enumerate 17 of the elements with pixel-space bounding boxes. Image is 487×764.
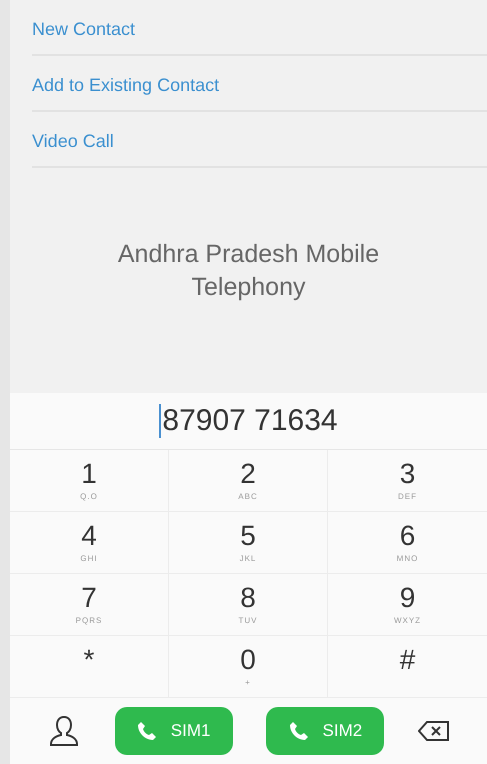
dial-key[interactable]: # bbox=[328, 636, 487, 698]
dial-key[interactable]: 9 WXYZ bbox=[328, 574, 487, 636]
dial-key[interactable]: 8 TUV bbox=[169, 574, 328, 636]
dial-key[interactable]: 0 + bbox=[169, 636, 328, 698]
phone-icon bbox=[136, 721, 157, 741]
backspace-icon[interactable] bbox=[418, 720, 450, 742]
dial-key[interactable]: 1 Q.O bbox=[10, 450, 169, 512]
dial-key[interactable]: 2 ABC bbox=[169, 450, 328, 512]
phone-number-field[interactable]: 87907 71634 bbox=[159, 404, 338, 438]
dial-key[interactable]: 7 PQRS bbox=[10, 574, 169, 636]
phone-icon bbox=[288, 721, 309, 741]
carrier-name: Andhra Pradesh Mobile Telephony bbox=[116, 238, 380, 302]
dial-key[interactable]: 5 JKL bbox=[169, 512, 328, 574]
dial-key[interactable]: 3 DEF bbox=[328, 450, 487, 512]
dial-key[interactable]: * bbox=[10, 636, 169, 698]
dial-key[interactable]: 6 MNO bbox=[328, 512, 487, 574]
dial-key[interactable]: 4 GHI bbox=[10, 512, 169, 574]
